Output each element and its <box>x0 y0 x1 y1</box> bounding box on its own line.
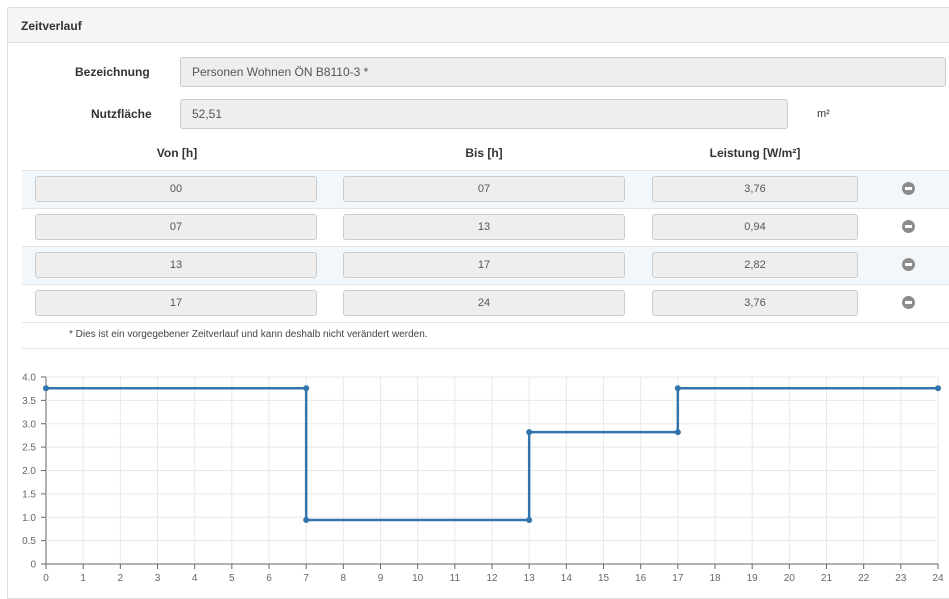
panel-title: Zeitverlauf <box>21 19 82 33</box>
bis-field[interactable]: 24 <box>343 290 625 316</box>
leistung-field[interactable]: 3,76 <box>652 176 858 202</box>
leistung-field[interactable]: 0,94 <box>652 214 858 240</box>
x-tick-label: 0 <box>43 573 49 584</box>
y-tick-label: 2.5 <box>22 443 36 454</box>
table-row: 00 07 3,76 <box>22 170 949 209</box>
x-tick-label: 4 <box>192 573 198 584</box>
x-tick-label: 2 <box>118 573 124 584</box>
table-row: 17 24 3,76 <box>22 284 949 323</box>
data-point <box>303 517 310 524</box>
col-header-von: Von [h] <box>156 146 198 160</box>
y-tick-label: 0.5 <box>22 536 36 547</box>
x-tick-label: 21 <box>821 573 833 584</box>
nutzflaeche-unit: m² <box>817 108 830 120</box>
zeitverlauf-chart: 0 1 2 3 4 5 6 7 8 9 10 11 12 13 14 15 16 17 18 19 20 21 22 23 24… <box>22 373 944 585</box>
x-tick-label: 18 <box>709 573 721 584</box>
x-tick-label: 15 <box>598 573 610 584</box>
x-tick-label: 13 <box>524 573 536 584</box>
data-point <box>935 385 941 392</box>
x-tick-label: 24 <box>932 573 944 584</box>
bis-field[interactable]: 17 <box>343 252 625 278</box>
x-tick-label: 23 <box>895 573 907 584</box>
x-tick-label: 3 <box>155 573 161 584</box>
x-tick-label: 19 <box>747 573 759 584</box>
x-tick-label: 20 <box>784 573 796 584</box>
data-point <box>526 517 533 524</box>
minus-circle-icon[interactable] <box>902 220 915 233</box>
x-tick-label: 16 <box>635 573 647 584</box>
col-header-bis: Bis [h] <box>465 146 503 160</box>
von-field[interactable]: 17 <box>35 290 317 316</box>
data-point <box>674 429 681 436</box>
data-point <box>526 429 533 436</box>
data-point <box>674 385 681 392</box>
bezeichnung-label: Bezeichnung <box>75 65 150 79</box>
minus-circle-icon[interactable] <box>902 258 915 271</box>
von-field[interactable]: 07 <box>35 214 317 240</box>
nutzflaeche-field[interactable]: 52,51 <box>180 99 788 129</box>
von-field[interactable]: 00 <box>35 176 317 202</box>
bezeichnung-field[interactable]: Personen Wohnen ÖN B8110-3 * <box>180 57 946 87</box>
y-tick-label: 1.0 <box>22 513 36 524</box>
x-tick-label: 5 <box>229 573 235 584</box>
x-tick-label: 6 <box>266 573 272 584</box>
minus-circle-icon[interactable] <box>902 182 915 195</box>
panel-heading: Zeitverlauf <box>8 8 949 43</box>
y-tick-label: 0 <box>30 560 36 571</box>
x-tick-label: 10 <box>412 573 424 584</box>
col-header-leistung: Leistung [W/m²] <box>709 146 801 160</box>
bis-field[interactable]: 07 <box>343 176 625 202</box>
readonly-note: * Dies ist ein vorgegebener Zeitverlauf … <box>69 329 428 340</box>
y-tick-label: 2.0 <box>22 466 36 477</box>
table-row: 07 13 0,94 <box>22 208 949 247</box>
x-tick-label: 9 <box>378 573 384 584</box>
y-tick-label: 4.0 <box>22 373 36 384</box>
leistung-field[interactable]: 2,82 <box>652 252 858 278</box>
x-tick-label: 1 <box>80 573 86 584</box>
y-tick-label: 3.5 <box>22 396 36 407</box>
leistung-field[interactable]: 3,76 <box>652 290 858 316</box>
von-field[interactable]: 13 <box>35 252 317 278</box>
x-tick-label: 8 <box>341 573 347 584</box>
x-tick-label: 14 <box>561 573 573 584</box>
x-tick-label: 7 <box>303 573 309 584</box>
data-point <box>43 385 49 392</box>
y-tick-label: 1.5 <box>22 489 36 500</box>
x-tick-label: 22 <box>858 573 870 584</box>
note-row: * Dies ist ein vorgegebener Zeitverlauf … <box>22 322 949 349</box>
minus-circle-icon[interactable] <box>902 296 915 309</box>
x-tick-label: 11 <box>450 573 461 584</box>
x-tick-label: 17 <box>672 573 684 584</box>
x-tick-label: 12 <box>486 573 498 584</box>
y-tick-label: 3.0 <box>22 419 36 430</box>
bis-field[interactable]: 13 <box>343 214 625 240</box>
nutzflaeche-label: Nutzfläche <box>91 107 152 121</box>
table-row: 13 17 2,82 <box>22 246 949 285</box>
data-point <box>303 385 310 392</box>
